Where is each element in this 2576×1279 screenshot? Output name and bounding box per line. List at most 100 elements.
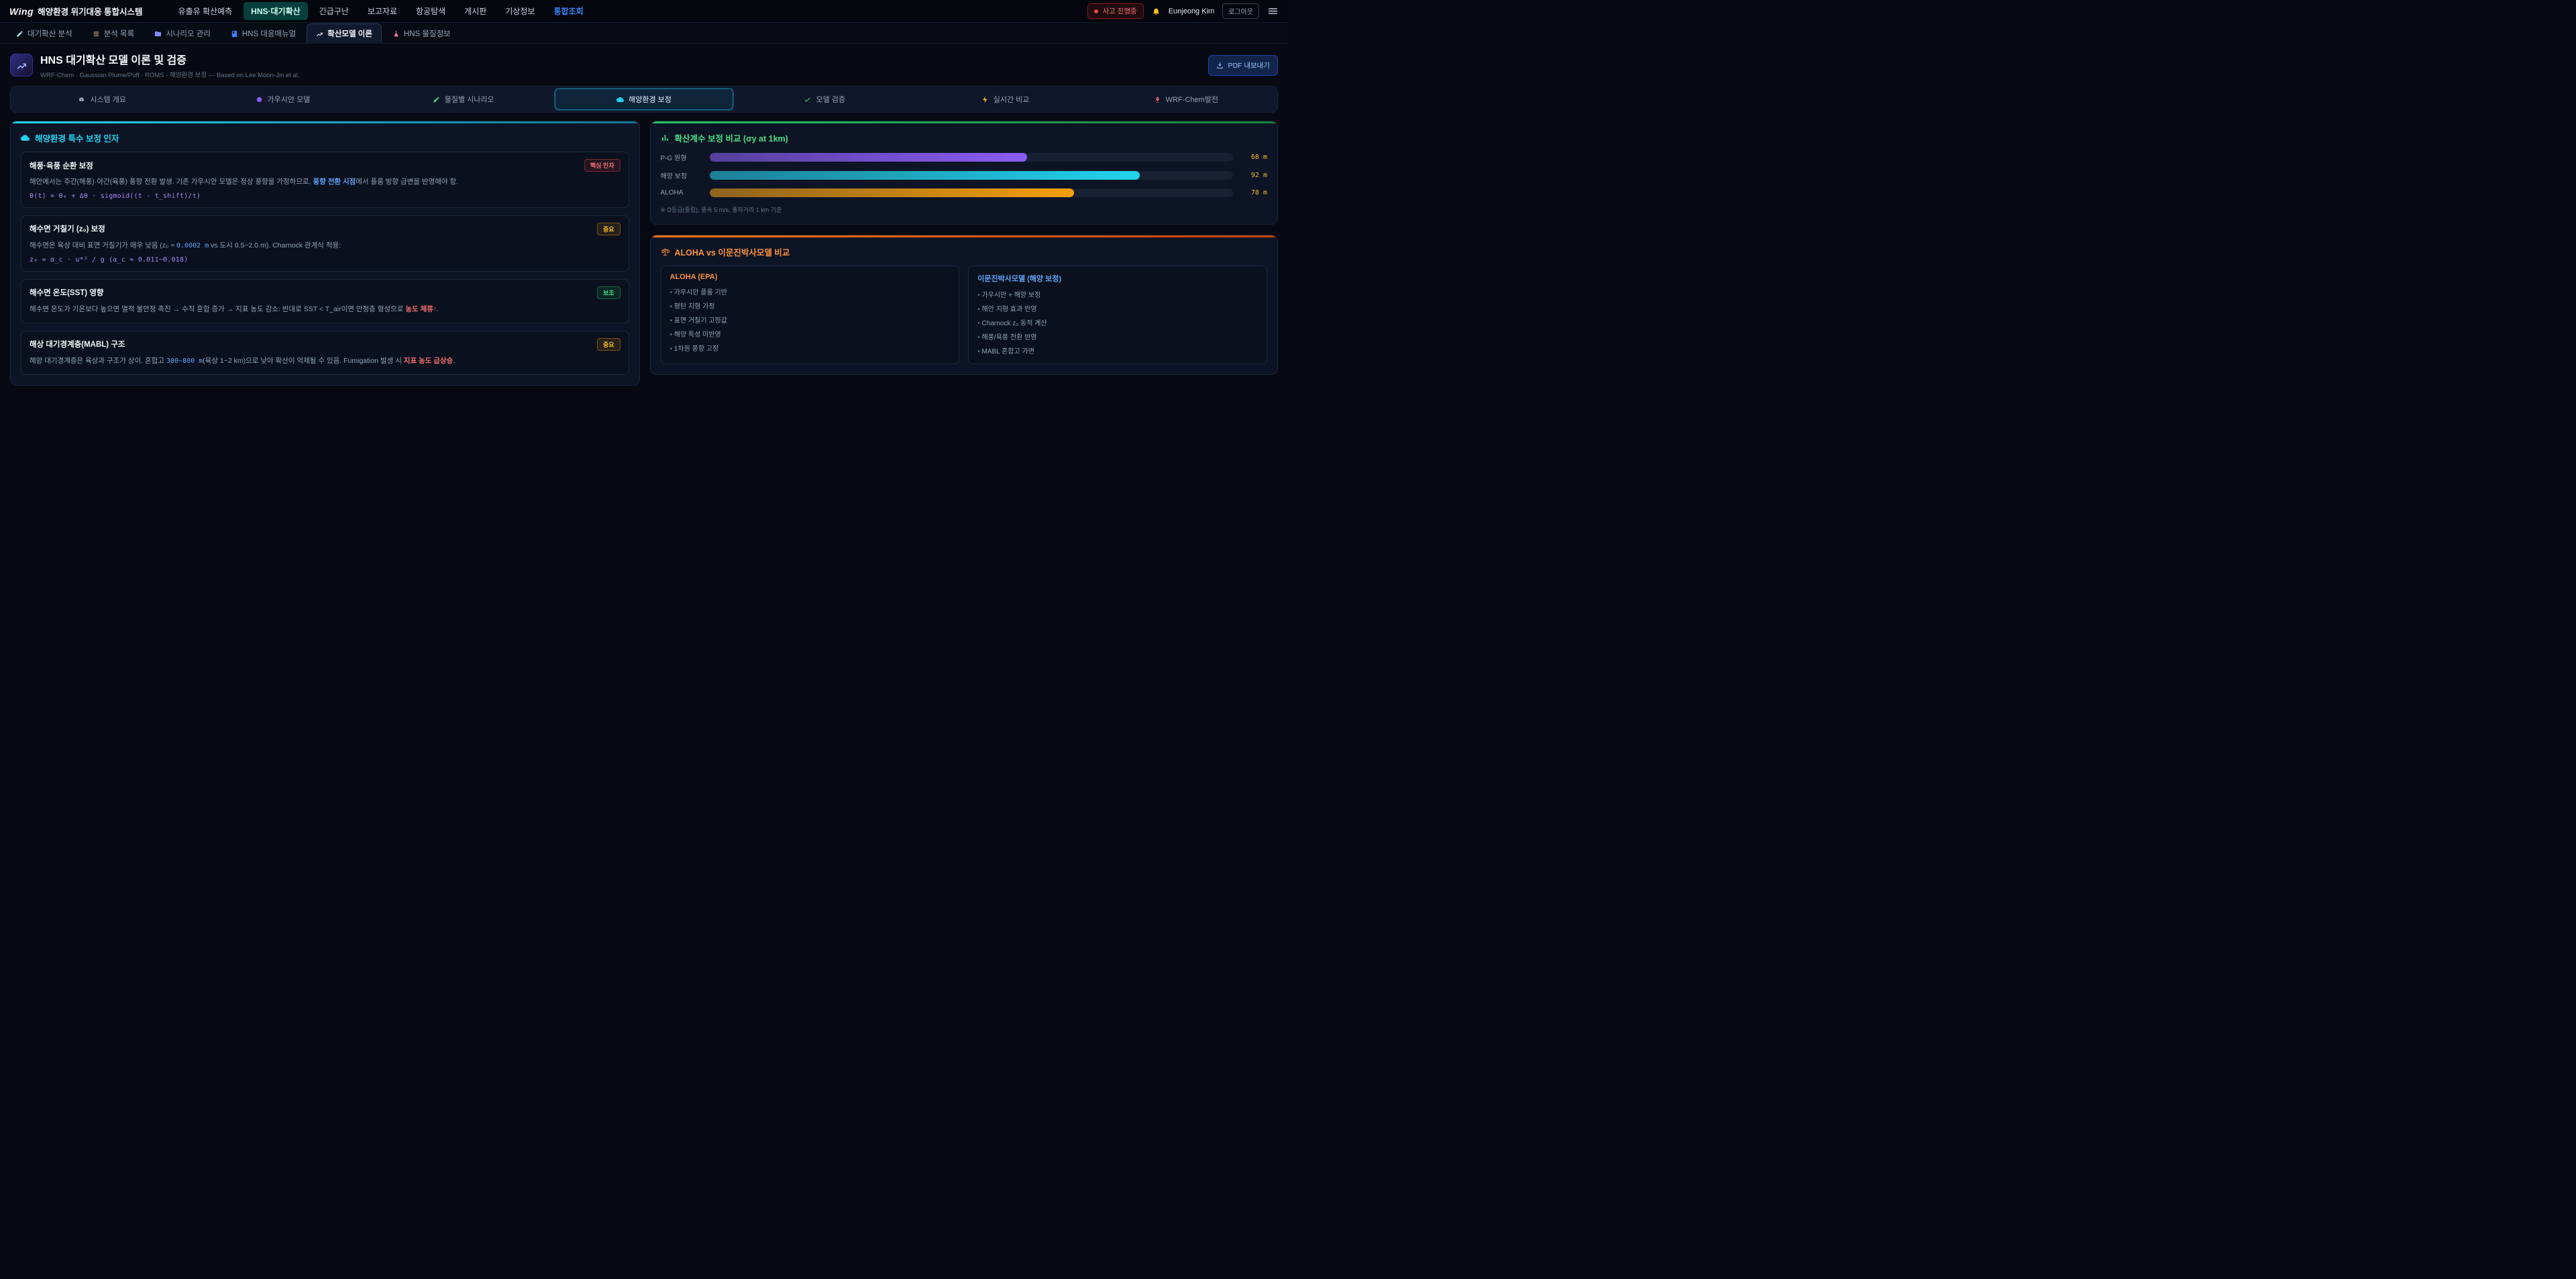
comparison-grid: ALOHA (EPA) 가우시안 플룸 기반 평탄 지형 가정 표면 거칠기 고… bbox=[661, 266, 1268, 364]
check-icon bbox=[804, 96, 811, 103]
lightning-icon bbox=[981, 96, 989, 103]
top-navbar: Wing 해양환경 위기대응 통합시스템 유출유 확산예측 HNS·대기확산 긴… bbox=[0, 0, 1288, 23]
cloud-icon bbox=[616, 96, 624, 103]
brand-home-link[interactable]: Wing 해양환경 위기대응 통합시스템 bbox=[9, 5, 143, 17]
incident-badge-label: 사고 진행중 bbox=[1102, 6, 1136, 16]
dispersion-coefficient-panel: 확산계수 보정 비교 (σy at 1km) P-G 원형 68 m 해양 보정… bbox=[650, 121, 1279, 225]
section-tab-marine-correction[interactable]: 해양환경 보정 bbox=[555, 89, 733, 110]
subtab-diffusion-analysis[interactable]: 대기확산 분석 bbox=[7, 23, 82, 43]
correction-card-sea-land-breeze: 해풍·육풍 순환 보정 핵심 인자 해안에서는 주간(해풍)·야간(육풍) 풍향… bbox=[21, 152, 629, 208]
gauge-icon bbox=[78, 96, 85, 103]
page-header-text: HNS 대기확산 모델 이론 및 검증 WRF-Chem · Gaussian … bbox=[40, 51, 299, 79]
model-comparison-panel: ALOHA vs 이문진박사모델 비교 ALOHA (EPA) 가우시안 플룸 … bbox=[650, 235, 1279, 375]
aloha-model-header: ALOHA (EPA) bbox=[670, 273, 951, 281]
leemoonjin-model-box: 이문진박사모델 (해양 보정) 가우시안 + 해양 보정 해안 지형 효과 반영… bbox=[968, 266, 1267, 364]
bar-label: ALOHA bbox=[661, 189, 702, 197]
list-item: 표면 거칠기 고정값 bbox=[670, 315, 951, 325]
menu-item-oil-spill-forecast[interactable]: 유출유 확산예측 bbox=[171, 2, 240, 20]
section-tab-wrf-chem[interactable]: WRF-Chem발전 bbox=[1097, 89, 1275, 110]
bar-fill-pg bbox=[710, 153, 1028, 162]
subtab-diffusion-model-theory[interactable]: 확산모델 이론 bbox=[307, 23, 382, 43]
aloha-model-box: ALOHA (EPA) 가우시안 플룸 기반 평탄 지형 가정 표면 거칠기 고… bbox=[661, 266, 960, 364]
subtab-hns-substance-info[interactable]: HNS 물질정보 bbox=[383, 23, 460, 43]
subtab-analysis-list[interactable]: 분석 목록 bbox=[83, 23, 144, 43]
card-badge: 핵심 인자 bbox=[584, 159, 621, 172]
subtab-scenario-management[interactable]: 시나리오 관리 bbox=[145, 23, 220, 43]
navbar-right: 사고 진행중 Eunjeong Kim 로그아웃 bbox=[1087, 3, 1279, 19]
section-tab-realtime-comparison[interactable]: 실시간 비교 bbox=[916, 89, 1094, 110]
list-item: 1차원 풍향 고정 bbox=[670, 343, 951, 353]
list-item: 해안 지형 효과 반영 bbox=[977, 303, 1258, 313]
card-formula: θ(t) = θ₀ + Δθ · sigmoid((t - t_shift)/τ… bbox=[30, 192, 621, 200]
section-tab-label: 해양환경 보정 bbox=[629, 94, 672, 105]
menu-item-integrated-search[interactable]: 통합조회 bbox=[546, 2, 590, 20]
card-badge: 보조 bbox=[597, 286, 621, 299]
bell-icon[interactable] bbox=[1152, 7, 1161, 15]
card-formula: z₀ = α_c · u*² / g (α_c ≈ 0.011~0.018) bbox=[30, 256, 621, 264]
bar-fill-marine bbox=[710, 171, 1140, 180]
hamburger-menu-icon[interactable] bbox=[1267, 5, 1279, 17]
section-tab-substance-scenarios[interactable]: 물질별 시나리오 bbox=[374, 89, 553, 110]
subtab-label: 시나리오 관리 bbox=[166, 28, 211, 39]
menu-item-hns-atmospheric[interactable]: HNS·대기확산 bbox=[244, 2, 308, 20]
bar-value: 68 m bbox=[1240, 154, 1267, 161]
section-tab-gaussian-model[interactable]: 가우시안 모델 bbox=[193, 89, 372, 110]
section-tab-system-overview[interactable]: 시스템 개요 bbox=[13, 89, 191, 110]
subtab-label: HNS 물질정보 bbox=[404, 28, 451, 39]
system-title: 해양환경 위기대응 통합시스템 bbox=[38, 5, 142, 17]
download-icon bbox=[1216, 62, 1224, 69]
menu-item-weather[interactable]: 기상정보 bbox=[498, 2, 542, 20]
page-header: HNS 대기확산 모델 이론 및 검증 WRF-Chem · Gaussian … bbox=[0, 44, 1288, 85]
correction-card-mabl-structure: 해상 대기경계층(MABL) 구조 중요 해양 대기경계층은 육상과 구조가 상… bbox=[21, 331, 629, 375]
list-item: 가우시안 + 해양 보정 bbox=[977, 289, 1258, 299]
correction-card-surface-roughness: 해수면 거칠기 (z₀) 보정 중요 해수면은 육상 대비 표면 거칠기가 매우… bbox=[21, 215, 629, 272]
chart-note: ※ D등급(중립), 풍속 5 m/s, 풍하거리 1 km 기준 bbox=[661, 205, 1268, 214]
bar-row-marine: 해양 보정 92 m bbox=[661, 170, 1268, 180]
comparison-panel-title: ALOHA vs 이문진박사모델 비교 bbox=[661, 245, 1268, 258]
correction-card-sst-effect: 해수면 온도(SST) 영향 보조 해수면 온도가 기온보다 높으면 열적 불안… bbox=[21, 279, 629, 323]
main-menu: 유출유 확산예측 HNS·대기확산 긴급구난 보고자료 항공탐색 게시판 기상정… bbox=[171, 2, 591, 20]
list-item: 평탄 지형 가정 bbox=[670, 300, 951, 311]
menu-item-aerial-search[interactable]: 항공탐색 bbox=[409, 2, 453, 20]
card-description: 해수면 온도가 기온보다 높으면 열적 불안정 촉진 → 수직 혼합 증가 → … bbox=[30, 304, 621, 315]
section-tab-label: 모델 검증 bbox=[816, 94, 845, 105]
pdf-export-button[interactable]: PDF 내보내기 bbox=[1208, 55, 1278, 76]
bar-track bbox=[710, 153, 1234, 162]
panel-title-text: 확산계수 보정 비교 (σy at 1km) bbox=[675, 131, 788, 144]
incident-status-badge[interactable]: 사고 진행중 bbox=[1087, 3, 1143, 19]
incident-dot-icon bbox=[1094, 9, 1098, 13]
wing-logo: Wing bbox=[9, 6, 34, 17]
bar-row-aloha: ALOHA 78 m bbox=[661, 188, 1268, 197]
bar-value: 92 m bbox=[1240, 172, 1267, 179]
card-badge: 중요 bbox=[597, 223, 621, 235]
flask-icon bbox=[392, 30, 400, 38]
logout-button[interactable]: 로그아웃 bbox=[1222, 3, 1259, 19]
list-item: 가우시안 플룸 기반 bbox=[670, 286, 951, 296]
bar-label: 해양 보정 bbox=[661, 170, 702, 180]
menu-item-board[interactable]: 게시판 bbox=[457, 2, 494, 20]
app-root: Wing 해양환경 위기대응 통합시스템 유출유 확산예측 HNS·대기확산 긴… bbox=[0, 0, 1288, 399]
section-tab-bar: 시스템 개요 가우시안 모델 물질별 시나리오 해양환경 보정 모델 검증 실시… bbox=[10, 86, 1278, 113]
section-tab-label: 가우시안 모델 bbox=[268, 94, 311, 105]
subtab-hns-response-manual[interactable]: HNS 대응매뉴얼 bbox=[221, 23, 305, 43]
card-title: 해풍·육풍 순환 보정 bbox=[30, 160, 93, 171]
menu-item-emergency-rescue[interactable]: 긴급구난 bbox=[312, 2, 356, 20]
section-tab-label: 실시간 비교 bbox=[994, 94, 1030, 105]
menu-item-reports[interactable]: 보고자료 bbox=[360, 2, 405, 20]
right-column: 확산계수 보정 비교 (σy at 1km) P-G 원형 68 m 해양 보정… bbox=[650, 121, 1279, 375]
book-icon bbox=[231, 30, 238, 38]
cloud-icon bbox=[21, 133, 30, 142]
trend-chart-icon bbox=[316, 30, 323, 38]
model-chart-icon bbox=[16, 60, 28, 71]
card-description: 해안에서는 주간(해풍)·야간(육풍) 풍향 전환 발생. 기존 가우시안 모델… bbox=[30, 176, 621, 188]
bar-value: 78 m bbox=[1240, 189, 1267, 197]
bar-label: P-G 원형 bbox=[661, 152, 702, 162]
bar-chart-icon bbox=[661, 133, 669, 142]
folder-icon bbox=[154, 30, 162, 38]
section-tab-model-validation[interactable]: 모델 검증 bbox=[735, 89, 914, 110]
rocket-icon bbox=[1154, 96, 1161, 103]
subtab-label: 대기확산 분석 bbox=[28, 28, 72, 39]
card-description: 해양 대기경계층은 육상과 구조가 상이. 혼합고 300~800 m(육상 1… bbox=[30, 355, 621, 367]
sub-navigation: 대기확산 분석 분석 목록 시나리오 관리 HNS 대응매뉴얼 확산모델 이론 … bbox=[0, 23, 1288, 44]
pencil-icon bbox=[433, 96, 440, 103]
